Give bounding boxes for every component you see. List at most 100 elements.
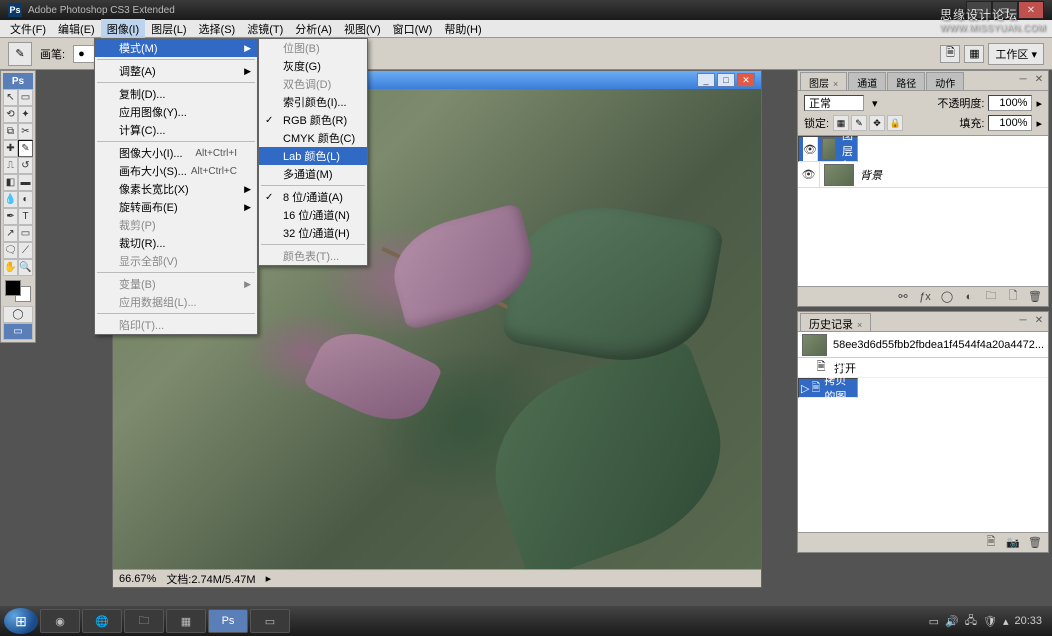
panel-tab[interactable]: 通道: [848, 72, 886, 90]
new-layer-icon[interactable]: 🗋: [1004, 289, 1022, 305]
menu-item[interactable]: 8 位/通道(A)✓: [259, 188, 367, 206]
wand-tool-icon[interactable]: ✦: [18, 106, 33, 123]
taskbar-app-button[interactable]: 🗀: [124, 609, 164, 633]
tray-chevron-icon[interactable]: ▴: [1003, 615, 1009, 628]
taskbar-app-button[interactable]: Ps: [208, 609, 248, 633]
menu-item[interactable]: 图层(L): [145, 19, 192, 39]
fill-arrow-icon[interactable]: ▸: [1036, 117, 1042, 130]
tab-history[interactable]: 历史记录×: [800, 313, 871, 331]
screenmode-icon[interactable]: ▭: [3, 323, 33, 340]
brush-tool-icon[interactable]: ✎: [18, 140, 33, 157]
blend-mode-select[interactable]: 正常: [804, 95, 864, 111]
lock-all-icon[interactable]: 🔒: [887, 115, 903, 131]
quickmask-icon[interactable]: ◯: [3, 306, 33, 323]
menu-item[interactable]: CMYK 颜色(C): [259, 129, 367, 147]
type-tool-icon[interactable]: T: [18, 208, 33, 225]
fill-input[interactable]: 100%: [988, 115, 1032, 131]
menu-item[interactable]: 调整(A)▶: [95, 62, 257, 80]
menu-item[interactable]: 16 位/通道(N): [259, 206, 367, 224]
doc-close-button[interactable]: ✕: [737, 73, 755, 87]
doc-size-status[interactable]: 文档:2.74M/5.47M: [166, 571, 255, 587]
slice-tool-icon[interactable]: ✂: [18, 123, 33, 140]
tray-network-icon[interactable]: 🖧: [965, 612, 977, 631]
layer-row[interactable]: 👁 背景: [798, 162, 1048, 188]
healing-tool-icon[interactable]: ✚: [3, 140, 18, 157]
eraser-tool-icon[interactable]: ◧: [3, 174, 18, 191]
menu-item[interactable]: 32 位/通道(H): [259, 224, 367, 242]
new-group-icon[interactable]: 🗀: [982, 289, 1000, 305]
foreground-color-swatch[interactable]: [5, 280, 21, 296]
zoom-value[interactable]: 66.67%: [119, 573, 156, 585]
lock-position-icon[interactable]: ✥: [869, 115, 885, 131]
layer-thumbnail[interactable]: [824, 164, 854, 186]
menu-item[interactable]: 分析(A): [289, 19, 338, 39]
link-layers-icon[interactable]: ⚯: [894, 289, 912, 305]
menu-item[interactable]: 旋转画布(E)▶: [95, 198, 257, 216]
menu-item[interactable]: 模式(M)▶: [95, 39, 257, 57]
panel-close-icon[interactable]: ✕: [1032, 73, 1046, 85]
start-button[interactable]: ⊞: [4, 608, 38, 634]
menu-item[interactable]: 计算(C)...: [95, 121, 257, 139]
menu-item[interactable]: 图像大小(I)...Alt+Ctrl+I: [95, 144, 257, 162]
tray-battery-icon[interactable]: ▭: [929, 615, 939, 628]
menu-item[interactable]: 索引颜色(I)...: [259, 93, 367, 111]
eyedropper-tool-icon[interactable]: ⟋: [18, 242, 33, 259]
delete-state-icon[interactable]: 🗑: [1026, 535, 1044, 551]
shape-tool-icon[interactable]: ▭: [18, 225, 33, 242]
panel-tab[interactable]: 动作: [926, 72, 964, 90]
panel-minimize-icon[interactable]: ─: [1016, 314, 1030, 326]
opacity-input[interactable]: 100%: [988, 95, 1032, 111]
menu-item[interactable]: 应用图像(Y)...: [95, 103, 257, 121]
blur-tool-icon[interactable]: 💧: [3, 191, 18, 208]
doc-icon[interactable]: 🗎: [940, 45, 960, 63]
gradient-tool-icon[interactable]: ▬: [18, 174, 33, 191]
opacity-arrow-icon[interactable]: ▸: [1036, 97, 1042, 110]
tool-preset-icon[interactable]: ✎: [8, 42, 32, 66]
tray-clock[interactable]: 20:33: [1014, 615, 1042, 627]
menu-item[interactable]: 多通道(M): [259, 165, 367, 183]
taskbar-app-button[interactable]: ◉: [40, 609, 80, 633]
menu-item[interactable]: 窗口(W): [387, 19, 439, 39]
layer-mask-icon[interactable]: ◯: [938, 289, 956, 305]
menu-item[interactable]: 帮助(H): [438, 19, 487, 39]
marquee-tool-icon[interactable]: ▭: [18, 89, 33, 106]
new-doc-from-state-icon[interactable]: 🗎: [982, 535, 1000, 551]
color-swatches[interactable]: [3, 276, 33, 306]
adjustment-layer-icon[interactable]: ◐: [960, 289, 978, 305]
lock-transparent-icon[interactable]: ▦: [833, 115, 849, 131]
menu-item[interactable]: 文件(F): [4, 19, 52, 39]
zoom-tool-icon[interactable]: 🔍: [18, 259, 33, 276]
history-snapshot[interactable]: 58ee3d6d55fbb2fbdea1f4544f4a20a4472...: [798, 332, 1048, 358]
history-item[interactable]: ▷🗎通过拷贝的图层: [798, 378, 858, 398]
move-tool-icon[interactable]: ↖: [3, 89, 18, 106]
menu-item[interactable]: 像素长宽比(X)▶: [95, 180, 257, 198]
new-snapshot-icon[interactable]: 📷: [1004, 535, 1022, 551]
workspace-dropdown[interactable]: 工作区 ▾: [988, 43, 1044, 65]
panel-tab[interactable]: 路径: [887, 72, 925, 90]
visibility-eye-icon[interactable]: 👁: [798, 162, 820, 187]
menu-item[interactable]: Lab 颜色(L): [259, 147, 367, 165]
crop-tool-icon[interactable]: ⧉: [3, 123, 18, 140]
doc-minimize-button[interactable]: _: [697, 73, 715, 87]
layer-row[interactable]: 👁图层 1: [798, 136, 858, 162]
menu-item[interactable]: 复制(D)...: [95, 85, 257, 103]
menu-item[interactable]: 选择(S): [193, 19, 242, 39]
taskbar-app-button[interactable]: ▭: [250, 609, 290, 633]
notes-tool-icon[interactable]: 🗨: [3, 242, 18, 259]
menu-item[interactable]: 滤镜(T): [241, 19, 289, 39]
layer-name-label[interactable]: 背景: [858, 167, 1048, 183]
stamp-tool-icon[interactable]: ⎍: [3, 157, 18, 174]
status-arrow-icon[interactable]: ▸: [266, 572, 272, 585]
panel-tab[interactable]: 图层×: [800, 72, 847, 90]
delete-layer-icon[interactable]: 🗑: [1026, 289, 1044, 305]
path-tool-icon[interactable]: ↗: [3, 225, 18, 242]
doc-maximize-button[interactable]: □: [717, 73, 735, 87]
layer-thumbnail[interactable]: [822, 138, 836, 160]
hand-tool-icon[interactable]: ✋: [3, 259, 18, 276]
menu-item[interactable]: 灰度(G): [259, 57, 367, 75]
taskbar-app-button[interactable]: ▦: [166, 609, 206, 633]
taskbar-app-button[interactable]: 🌐: [82, 609, 122, 633]
visibility-eye-icon[interactable]: 👁: [803, 137, 818, 161]
menu-item[interactable]: 裁切(R)...: [95, 234, 257, 252]
menu-item[interactable]: RGB 颜色(R)✓: [259, 111, 367, 129]
